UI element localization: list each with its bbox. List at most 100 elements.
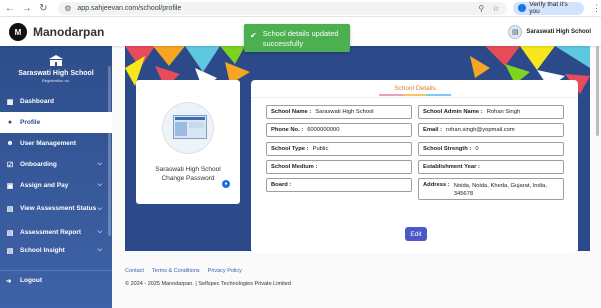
- chevron-down-icon: ⌵: [97, 161, 102, 167]
- sidebar-item-school-insight[interactable]: ▤ School Insight ⌵: [0, 243, 112, 255]
- sidebar-item-user-management[interactable]: ☻ User Management: [0, 133, 112, 154]
- tab-underline: [379, 94, 451, 96]
- sidebar-scrollbar[interactable]: [108, 66, 111, 236]
- school-medium-field[interactable]: School Medium :: [266, 160, 412, 174]
- change-password-link[interactable]: Change Password: [161, 175, 214, 182]
- sidebar-item-profile[interactable]: ● Profile: [0, 112, 112, 133]
- admin-name-field[interactable]: School Admin Name : Rohan Singh: [418, 105, 564, 119]
- assign-pay-icon: ▣: [6, 182, 14, 190]
- person-icon: ●: [7, 119, 13, 126]
- school-avatar-icon[interactable]: ▤: [508, 25, 523, 39]
- zoom-icon[interactable]: ⚲: [478, 4, 484, 13]
- field-value: Noida, Noida, Kheda, Gujarat, India, 345…: [453, 183, 547, 197]
- app-title: Manodarpan: [33, 25, 105, 39]
- footer: Contact Terms & Conditions Privacy Polic…: [125, 268, 590, 287]
- check-icon: ✔: [250, 31, 257, 40]
- field-label: Board :: [271, 182, 292, 188]
- school-building-icon: [49, 54, 63, 66]
- profile-school-name: Saraswati High School: [155, 166, 221, 173]
- sidebar-item-label: Dashboard: [20, 97, 54, 105]
- assessment-status-icon: ▤: [6, 206, 14, 213]
- school-name-field[interactable]: School Name : Saraswati High School: [266, 105, 412, 119]
- back-icon[interactable]: ←: [3, 1, 17, 15]
- address-bar[interactable]: ⚙ app.sahjeevan.com/school/profile ⚲ ☆: [58, 1, 508, 15]
- sidebar-item-label: User Management: [20, 139, 76, 147]
- sidebar-brand: Saraswati High School Registration no.: [0, 46, 112, 91]
- report-icon: ▤: [6, 229, 14, 237]
- sidebar: Saraswati High School Registration no. ▦…: [0, 46, 112, 308]
- sidebar-item-dashboard[interactable]: ▦ Dashboard: [0, 91, 112, 112]
- chevron-down-icon: ⌵: [97, 205, 102, 212]
- footer-link-privacy[interactable]: Privacy Policy: [208, 268, 242, 274]
- field-label: School Admin Name :: [423, 109, 483, 115]
- insight-icon: ▤: [6, 248, 14, 255]
- profile-card: ● Saraswati High School Change Password: [136, 80, 240, 204]
- sidebar-item-label: Onboarding: [20, 160, 57, 168]
- field-label: School Name :: [271, 109, 312, 115]
- footer-link-contact[interactable]: Contact: [125, 268, 144, 274]
- verify-chip-label: Verify that it's you: [529, 1, 568, 15]
- phone-field[interactable]: Phone No. : 6000000000: [266, 123, 412, 137]
- field-label: Phone No. :: [271, 127, 304, 133]
- field-value: 0: [475, 146, 479, 152]
- toast-message: School details updated successfully: [262, 29, 339, 48]
- copyright-text: © 2024 - 2025 Manodarpan. | Selfspec Tec…: [125, 281, 291, 287]
- field-label: Establishment Year :: [423, 164, 480, 170]
- main-content: ● Saraswati High School Change Password …: [112, 46, 601, 308]
- url-text: app.sahjeevan.com/school/profile: [77, 4, 182, 12]
- field-label: School Type :: [271, 146, 309, 152]
- reload-icon[interactable]: ↻: [36, 1, 50, 15]
- sidebar-item-label: Assign and Pay: [20, 181, 69, 189]
- header-school-name[interactable]: Saraswati High School: [526, 29, 591, 35]
- address-field[interactable]: Address : Noida, Noida, Kheda, Gujarat, …: [418, 178, 564, 200]
- logout-label: Logout: [20, 277, 43, 284]
- camera-icon[interactable]: ●: [222, 180, 230, 188]
- main-scrollbar[interactable]: [596, 46, 599, 136]
- edit-button[interactable]: Edit: [405, 227, 427, 241]
- board-field[interactable]: Board :: [266, 178, 412, 192]
- profile-icon: [518, 4, 527, 12]
- field-label: School Strength :: [423, 146, 472, 152]
- sidebar-item-assign-pay[interactable]: ▣ Assign and Pay ⌵: [0, 175, 112, 196]
- school-details-card: School Details School Name : Saraswati H…: [251, 80, 578, 253]
- email-field[interactable]: Email : rohan.singh@yopmail.com: [418, 123, 564, 137]
- logout-button[interactable]: ➜ Logout: [0, 270, 112, 290]
- sidebar-item-label: Assessment Report: [20, 228, 82, 236]
- field-value: 6000000000: [307, 127, 340, 133]
- school-strength-field[interactable]: School Strength : 0: [418, 142, 564, 156]
- field-value: Rohan Singh: [486, 109, 521, 115]
- sidebar-item-label: School Insight: [20, 247, 65, 254]
- sidebar-item-assessment-report[interactable]: ▤ Assessment Report ⌵: [0, 222, 112, 243]
- field-value: Public: [312, 146, 329, 152]
- sidebar-registration: Registration no.: [41, 77, 70, 83]
- chevron-down-icon: ⌵: [97, 182, 102, 188]
- user-management-icon: ☻: [6, 140, 14, 147]
- app-logo[interactable]: M: [9, 23, 27, 41]
- field-label: School Medium :: [271, 164, 318, 170]
- dashboard-icon: ▦: [6, 98, 14, 106]
- sidebar-item-label: Profile: [20, 118, 41, 126]
- footer-link-terms[interactable]: Terms & Conditions: [152, 268, 200, 274]
- success-toast: ✔ School details updated successfully: [244, 24, 350, 52]
- footer-links: Contact Terms & Conditions Privacy Polic…: [125, 268, 590, 274]
- sidebar-item-assessment-status[interactable]: ▤ View Assessment Status ⌵: [0, 196, 112, 222]
- browser-toolbar: ← → ↻ ⚙ app.sahjeevan.com/school/profile…: [0, 0, 601, 17]
- sidebar-item-onboarding[interactable]: ☑ Onboarding ⌵: [0, 154, 112, 175]
- field-label: Address :: [423, 182, 450, 188]
- tab-school-details[interactable]: School Details: [379, 85, 451, 92]
- chevron-down-icon: ⌵: [97, 247, 102, 253]
- forward-icon[interactable]: →: [20, 1, 34, 15]
- profile-verify-chip[interactable]: Verify that it's you: [513, 1, 585, 15]
- establishment-year-field[interactable]: Establishment Year :: [418, 160, 564, 174]
- sidebar-school-name: Saraswati High School: [18, 69, 94, 77]
- browser-menu-icon[interactable]: ⋮: [592, 3, 601, 14]
- site-info-icon[interactable]: ⚙: [64, 4, 71, 13]
- chevron-down-icon: ⌵: [97, 229, 102, 235]
- school-type-field[interactable]: School Type : Public: [266, 142, 412, 156]
- bookmark-star-icon[interactable]: ☆: [492, 4, 499, 13]
- school-profile-image: [162, 102, 214, 154]
- onboarding-icon: ☑: [6, 161, 14, 169]
- sidebar-item-label: View Assessment Status: [20, 205, 97, 212]
- field-value: rohan.singh@yopmail.com: [446, 127, 515, 133]
- logout-icon: ➜: [6, 277, 12, 285]
